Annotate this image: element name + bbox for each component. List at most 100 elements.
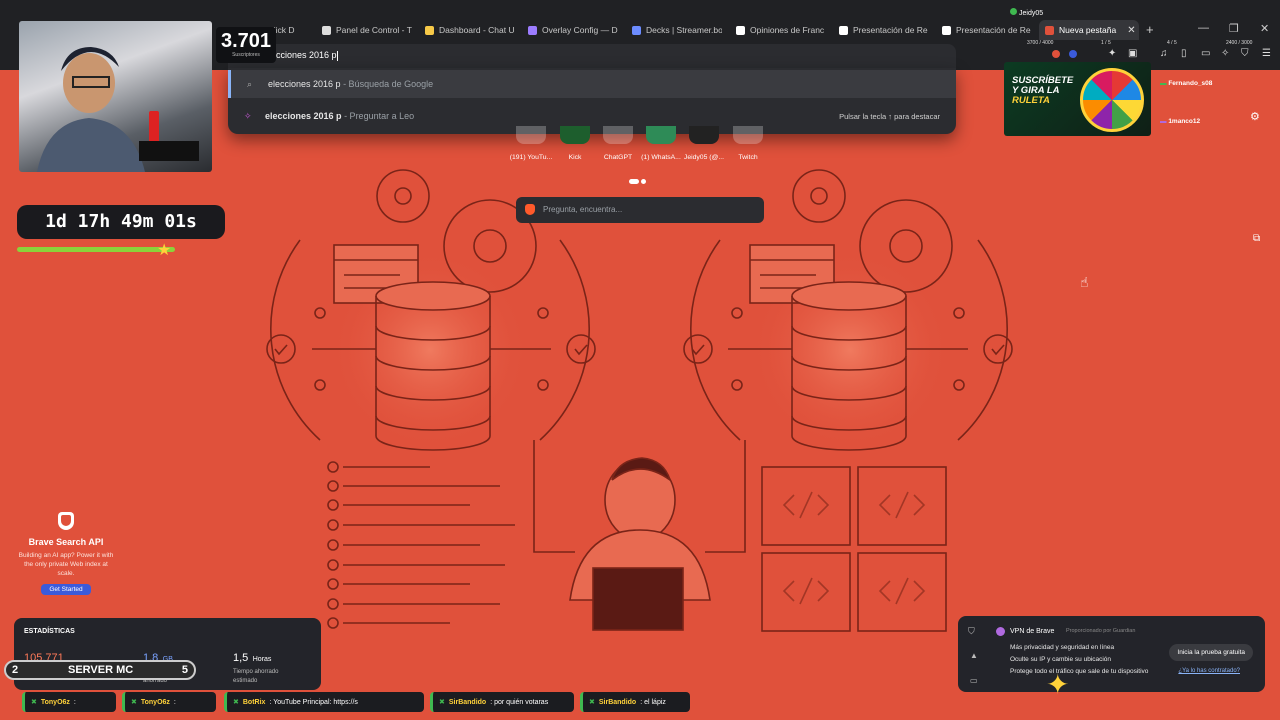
minimize-icon[interactable]: — bbox=[1198, 22, 1209, 34]
profile-badge: Jeidy05 bbox=[1010, 8, 1043, 17]
search-icon: ⌕ bbox=[247, 78, 253, 89]
suggestion-google-search[interactable]: ⌕ elecciones 2016 p - Búsqueda de Google bbox=[228, 70, 956, 98]
tab-label: Presentación de Re bbox=[956, 25, 1031, 35]
tab-decks-streamerbot[interactable]: Decks | Streamer.bo bbox=[632, 20, 722, 40]
tab-panel-control[interactable]: Panel de Control - T bbox=[322, 20, 412, 40]
tab-kick[interactable]: Kick D bbox=[270, 20, 310, 40]
tab-label: Opiniones de Franc bbox=[750, 25, 825, 35]
page-dot-active[interactable] bbox=[629, 179, 639, 184]
server-count-left: 2 bbox=[12, 664, 19, 676]
warning-icon: ▲ bbox=[970, 651, 978, 660]
address-bar[interactable]: elecciones 2016 p bbox=[228, 44, 956, 68]
extensions-icon[interactable]: ✦ bbox=[1108, 48, 1116, 59]
settings-gear-icon[interactable]: ⚙ bbox=[1250, 110, 1260, 123]
sidebar-icon[interactable]: ▯ bbox=[1181, 48, 1187, 59]
brave-lion-icon bbox=[525, 204, 535, 215]
side-username: 1manco12 bbox=[1168, 118, 1201, 125]
screenshot-icon[interactable]: ▣ bbox=[1128, 48, 1137, 59]
chat-text: : bbox=[73, 698, 76, 706]
roulette-wheel-icon bbox=[1080, 68, 1144, 132]
side-username: Fernando_s08 bbox=[1168, 80, 1213, 87]
page-dot[interactable] bbox=[641, 179, 646, 184]
new-tab-button[interactable]: + bbox=[1146, 22, 1154, 37]
goal-counter-left: 3700 / 4000 bbox=[1027, 40, 1054, 46]
shortcut-label: (191) YouTu... bbox=[509, 154, 553, 161]
roulette-overlay: SUSCRÍBETE Y GIRA LA RULETA bbox=[1004, 62, 1151, 136]
suggestion-source: - Preguntar a Leo bbox=[341, 111, 415, 121]
vpn-provider: Proporcionado por Guardian bbox=[1066, 628, 1136, 634]
vpn-icon[interactable] bbox=[1069, 50, 1077, 58]
chat-username: BotRix bbox=[242, 698, 266, 706]
leo-icon[interactable]: ✧ bbox=[1221, 48, 1229, 59]
chat-message: ✖ BotRix : YouTube Principal: https://s bbox=[224, 692, 424, 712]
profile-name: Jeidy05 bbox=[1019, 10, 1044, 17]
already-subscribed-link[interactable]: ¿Ya lo has contratado? bbox=[1178, 668, 1240, 674]
omnibox-suggestions: ⌕ elecciones 2016 p - Búsqueda de Google… bbox=[228, 68, 956, 134]
restore-icon[interactable]: ❐ bbox=[1229, 22, 1239, 35]
brave-icon bbox=[1045, 25, 1054, 35]
profile-icon bbox=[689, 126, 719, 144]
tab-tiktok-opiniones[interactable]: Opiniones de Franc bbox=[736, 20, 826, 40]
chat-text: : por quién votaras bbox=[490, 698, 549, 706]
tab-overlay-config[interactable]: Overlay Config — D bbox=[528, 20, 618, 40]
brave-shields-icon[interactable] bbox=[1052, 50, 1060, 58]
roulette-line-3: RULETA bbox=[1012, 95, 1050, 106]
open-external-icon[interactable]: ⧉ bbox=[1253, 233, 1260, 244]
suggestion-main: elecciones 2016 p bbox=[265, 111, 342, 121]
chat-username: TonyO6z bbox=[140, 698, 170, 706]
shortcut-pager[interactable] bbox=[629, 171, 648, 189]
get-started-button[interactable]: Get Started bbox=[41, 584, 91, 595]
shield-icon[interactable]: ⛉ bbox=[1241, 48, 1249, 59]
stat-time-saved: 1,5 Horas Tiempo ahorrado estimado bbox=[233, 648, 293, 686]
music-icon[interactable]: ♫ bbox=[1160, 48, 1168, 59]
tab-dashboard-chat[interactable]: Dashboard - Chat U bbox=[425, 20, 515, 40]
card-icon: ▭ bbox=[970, 676, 978, 685]
chat-username: TonyO6z bbox=[40, 698, 70, 706]
tab-nueva-pestana[interactable]: Nueva pestaña ✕ bbox=[1039, 20, 1139, 40]
side-user-2: ▬ 1manco12 bbox=[1160, 118, 1201, 125]
presentation-icon bbox=[942, 25, 951, 35]
timer-progress-bar bbox=[17, 247, 175, 252]
promo-description: Building an AI app? Power it with the on… bbox=[18, 552, 114, 577]
youtube-icon bbox=[516, 126, 546, 144]
tab-presentacion-1[interactable]: Presentación de Re bbox=[839, 20, 929, 40]
shortcut-label: ChatGPT bbox=[603, 154, 633, 161]
shield-icon: ⛉ bbox=[968, 626, 975, 636]
close-window-icon[interactable]: ✕ bbox=[1260, 22, 1269, 35]
vpn-feature: Oculte su IP y cambie su ubicación bbox=[1010, 656, 1112, 663]
chat-message: ✖ TonyO6z : bbox=[122, 692, 216, 712]
tab-presentacion-2[interactable]: Presentación de Re bbox=[942, 20, 1032, 40]
tab-label: Panel de Control - T bbox=[336, 25, 412, 35]
leo-icon: ✧ bbox=[244, 110, 252, 121]
menu-icon[interactable]: ☰ bbox=[1262, 48, 1271, 59]
kick-icon bbox=[560, 126, 590, 144]
search-ask-box[interactable]: Pregunta, encuentra... bbox=[516, 197, 764, 223]
shortcut-twitch[interactable]: Twitch bbox=[720, 126, 776, 161]
text-caret bbox=[336, 50, 338, 61]
tab-label: Dashboard - Chat U bbox=[439, 25, 515, 35]
search-placeholder: Pregunta, encuentra... bbox=[543, 205, 623, 214]
suggestion-main: elecciones 2016 p bbox=[268, 79, 341, 89]
server-title: SERVER MC bbox=[68, 664, 134, 676]
goal-counter-right-2: 2400 / 3000 bbox=[1226, 40, 1253, 46]
pikachu-icon: ✦ bbox=[1046, 669, 1070, 700]
subscriber-count: 3.701 bbox=[220, 30, 272, 52]
kick-icon: ✖ bbox=[31, 699, 37, 706]
mouse-cursor-icon: ☝ bbox=[1080, 274, 1089, 290]
suggestion-source: - Búsqueda de Google bbox=[340, 79, 434, 89]
server-count-right: 5 bbox=[181, 664, 188, 676]
chat-username: SirBandido bbox=[598, 698, 637, 706]
online-dot-icon bbox=[1010, 8, 1017, 15]
chat-message: ✖ SirBandido : el lápiz bbox=[580, 692, 690, 712]
chat-text: : bbox=[173, 698, 176, 706]
stat-unit: Horas bbox=[252, 656, 272, 663]
roulette-text: SUSCRÍBETE Y GIRA LA RULETA bbox=[1012, 76, 1084, 106]
start-trial-button[interactable]: Inicia la prueba gratuita bbox=[1169, 644, 1253, 661]
close-tab-icon[interactable]: ✕ bbox=[1127, 25, 1135, 36]
presentation-icon bbox=[839, 25, 848, 35]
promo-title: Brave Search API bbox=[28, 537, 104, 547]
wallet-icon[interactable]: ▭ bbox=[1201, 48, 1210, 59]
pikachu-icon: ★ bbox=[157, 242, 172, 259]
goal-counter-right-1: 4 / 5 bbox=[1167, 40, 1177, 46]
subscriber-label: Suscriptores bbox=[232, 52, 260, 58]
